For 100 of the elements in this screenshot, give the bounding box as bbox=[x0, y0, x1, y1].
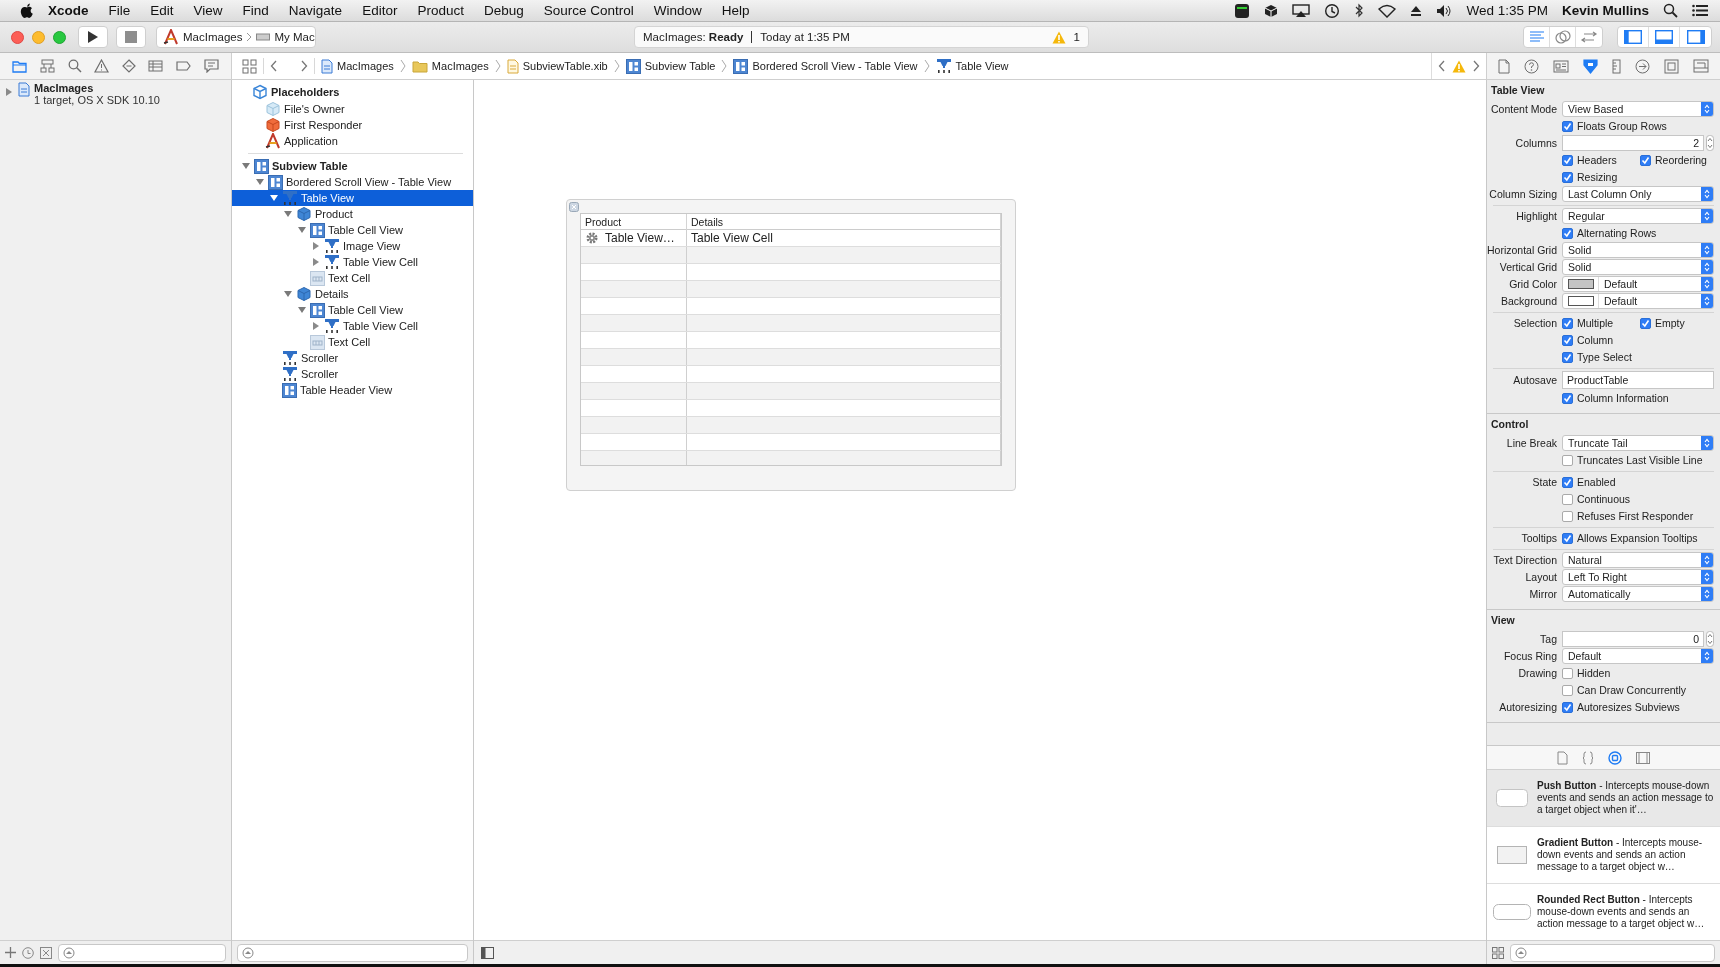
popup-button[interactable]: Truncate Tail bbox=[1562, 435, 1714, 451]
checkbox[interactable] bbox=[1562, 154, 1573, 166]
checkbox[interactable] bbox=[1562, 351, 1573, 363]
menu-item[interactable]: Debug bbox=[473, 3, 534, 18]
popup-button[interactable]: Solid bbox=[1562, 242, 1714, 258]
menu-item[interactable]: Source Control bbox=[533, 3, 644, 18]
search-icon[interactable] bbox=[1663, 3, 1678, 18]
menu-item[interactable]: Navigate bbox=[278, 3, 353, 18]
disclosure-triangle[interactable] bbox=[283, 289, 293, 299]
outline-item[interactable]: Details bbox=[232, 286, 473, 302]
disclosure-triangle[interactable] bbox=[255, 177, 265, 187]
popup-button[interactable]: Automatically bbox=[1562, 586, 1714, 602]
disclosure-triangle[interactable] bbox=[4, 87, 14, 97]
color-popup-button[interactable]: Default bbox=[1562, 276, 1714, 292]
disclosure-triangle[interactable] bbox=[311, 257, 321, 267]
project-name[interactable]: MacImages bbox=[34, 82, 160, 94]
library-item-description[interactable]: Gradient Button - Intercepts mouse-down events and sends an action message to a target object w… bbox=[1537, 837, 1716, 873]
grid-icon[interactable] bbox=[1492, 946, 1504, 959]
checkbox[interactable] bbox=[1562, 476, 1573, 488]
apple-icon[interactable] bbox=[20, 2, 34, 19]
plus-icon[interactable] bbox=[5, 947, 16, 958]
checkbox[interactable] bbox=[1562, 454, 1573, 466]
previous-issue-icon[interactable] bbox=[1438, 60, 1446, 72]
filter-field[interactable] bbox=[1510, 943, 1715, 962]
checkbox[interactable] bbox=[1640, 317, 1651, 329]
checkbox-label[interactable]: Refuses First Responder bbox=[1577, 510, 1694, 522]
hierarchy-icon[interactable] bbox=[39, 59, 55, 73]
arrow-circle-icon[interactable] bbox=[1635, 58, 1650, 74]
stepper-icon[interactable] bbox=[1706, 631, 1714, 647]
segmented-control[interactable] bbox=[1617, 26, 1712, 48]
menu-item[interactable]: Product bbox=[407, 3, 474, 18]
outline-item[interactable]: Table Cell View bbox=[232, 302, 473, 318]
outline-item[interactable]: Table View Cell bbox=[232, 318, 473, 334]
box-icon[interactable] bbox=[40, 946, 52, 959]
checkbox[interactable] bbox=[1562, 684, 1573, 696]
path-item[interactable]: SubviewTable.xib bbox=[522, 60, 608, 72]
checkbox[interactable] bbox=[1562, 701, 1573, 713]
checkbox[interactable] bbox=[1562, 510, 1573, 522]
outline-item[interactable]: Subview Table bbox=[232, 158, 473, 174]
speech-bubble-icon[interactable] bbox=[203, 59, 219, 73]
close-icon[interactable] bbox=[11, 30, 24, 44]
number-field[interactable]: 0 bbox=[1562, 631, 1704, 647]
checkbox-label[interactable]: Floats Group Rows bbox=[1577, 120, 1667, 132]
disclosure-triangle[interactable] bbox=[297, 225, 307, 235]
popup-button[interactable]: Solid bbox=[1562, 259, 1714, 275]
checkbox-label[interactable]: Continuous bbox=[1577, 493, 1631, 505]
checkbox[interactable] bbox=[1640, 154, 1651, 166]
outline-item[interactable]: Table View Cell bbox=[232, 254, 473, 270]
outline-item[interactable]: File's Owner bbox=[284, 103, 345, 115]
popup-button[interactable]: Last Column Only bbox=[1562, 186, 1714, 202]
list-icon[interactable] bbox=[1692, 4, 1708, 17]
menu-item[interactable]: Find bbox=[232, 3, 279, 18]
popup-button[interactable]: Natural bbox=[1562, 552, 1714, 568]
tag-icon[interactable] bbox=[176, 61, 192, 71]
checkbox-label[interactable]: Column bbox=[1577, 334, 1614, 346]
stop-button[interactable] bbox=[116, 26, 146, 48]
target-icon[interactable] bbox=[1608, 750, 1622, 765]
help-icon[interactable] bbox=[1524, 58, 1539, 74]
text-field[interactable]: ProductTable bbox=[1562, 371, 1714, 389]
checkbox-label[interactable]: Can Draw Concurrently bbox=[1577, 684, 1687, 696]
checkbox[interactable] bbox=[1562, 227, 1573, 239]
disclosure-triangle[interactable] bbox=[311, 241, 321, 251]
checkbox[interactable] bbox=[1562, 317, 1573, 329]
window-icon[interactable] bbox=[1693, 59, 1709, 73]
path-item[interactable]: MacImages bbox=[431, 60, 489, 72]
related-items-icon[interactable] bbox=[242, 58, 257, 74]
color-popup-button[interactable]: Default bbox=[1562, 293, 1714, 309]
checkbox-label[interactable]: Hidden bbox=[1577, 667, 1611, 679]
popup-button[interactable]: Default bbox=[1562, 648, 1714, 664]
outline-item[interactable]: Text Cell bbox=[232, 334, 473, 350]
outline-item[interactable]: Product bbox=[232, 206, 473, 222]
menu-item[interactable]: Window bbox=[643, 3, 712, 18]
stepper-icon[interactable] bbox=[1706, 135, 1714, 151]
scheme-selector[interactable]: MacImages My Mac bbox=[156, 26, 316, 48]
popup-button[interactable]: Left To Right bbox=[1562, 569, 1714, 585]
outline-item[interactable]: Text Cell bbox=[232, 270, 473, 286]
menu-item[interactable]: View bbox=[183, 3, 233, 18]
warning-icon[interactable] bbox=[94, 59, 110, 73]
checkbox-label[interactable]: Alternating Rows bbox=[1577, 227, 1657, 239]
filter-field[interactable] bbox=[237, 943, 468, 962]
document-icon[interactable] bbox=[1557, 750, 1568, 765]
outline-item[interactable]: Bordered Scroll View - Table View bbox=[232, 174, 473, 190]
checkbox-label[interactable]: Resizing bbox=[1577, 171, 1618, 183]
number-field[interactable]: 2 bbox=[1562, 135, 1704, 151]
menu-item[interactable]: Xcode bbox=[34, 3, 99, 18]
checkbox-label[interactable]: Reordering bbox=[1655, 154, 1707, 166]
card-icon[interactable] bbox=[1553, 59, 1569, 73]
warning-count[interactable]: 1 bbox=[1073, 31, 1080, 43]
disclosure-triangle[interactable] bbox=[283, 209, 293, 219]
library-item-description[interactable]: Rounded Rect Button - Intercepts mouse-down events and sends an action message to a target object w… bbox=[1537, 894, 1716, 930]
checkbox-label[interactable]: Allows Expansion Tooltips bbox=[1577, 532, 1698, 544]
checkbox-label[interactable]: Enabled bbox=[1577, 476, 1616, 488]
sidebar-toggle-icon[interactable] bbox=[481, 946, 494, 959]
menu-item[interactable]: Edit bbox=[140, 3, 184, 18]
outline-item[interactable]: Image View bbox=[232, 238, 473, 254]
filter-field[interactable] bbox=[58, 943, 226, 962]
diamond-icon[interactable] bbox=[121, 59, 136, 73]
checkbox-label[interactable]: Empty bbox=[1655, 317, 1685, 329]
disclosure-triangle[interactable] bbox=[297, 305, 307, 315]
outline-item[interactable]: Table Cell View bbox=[232, 222, 473, 238]
